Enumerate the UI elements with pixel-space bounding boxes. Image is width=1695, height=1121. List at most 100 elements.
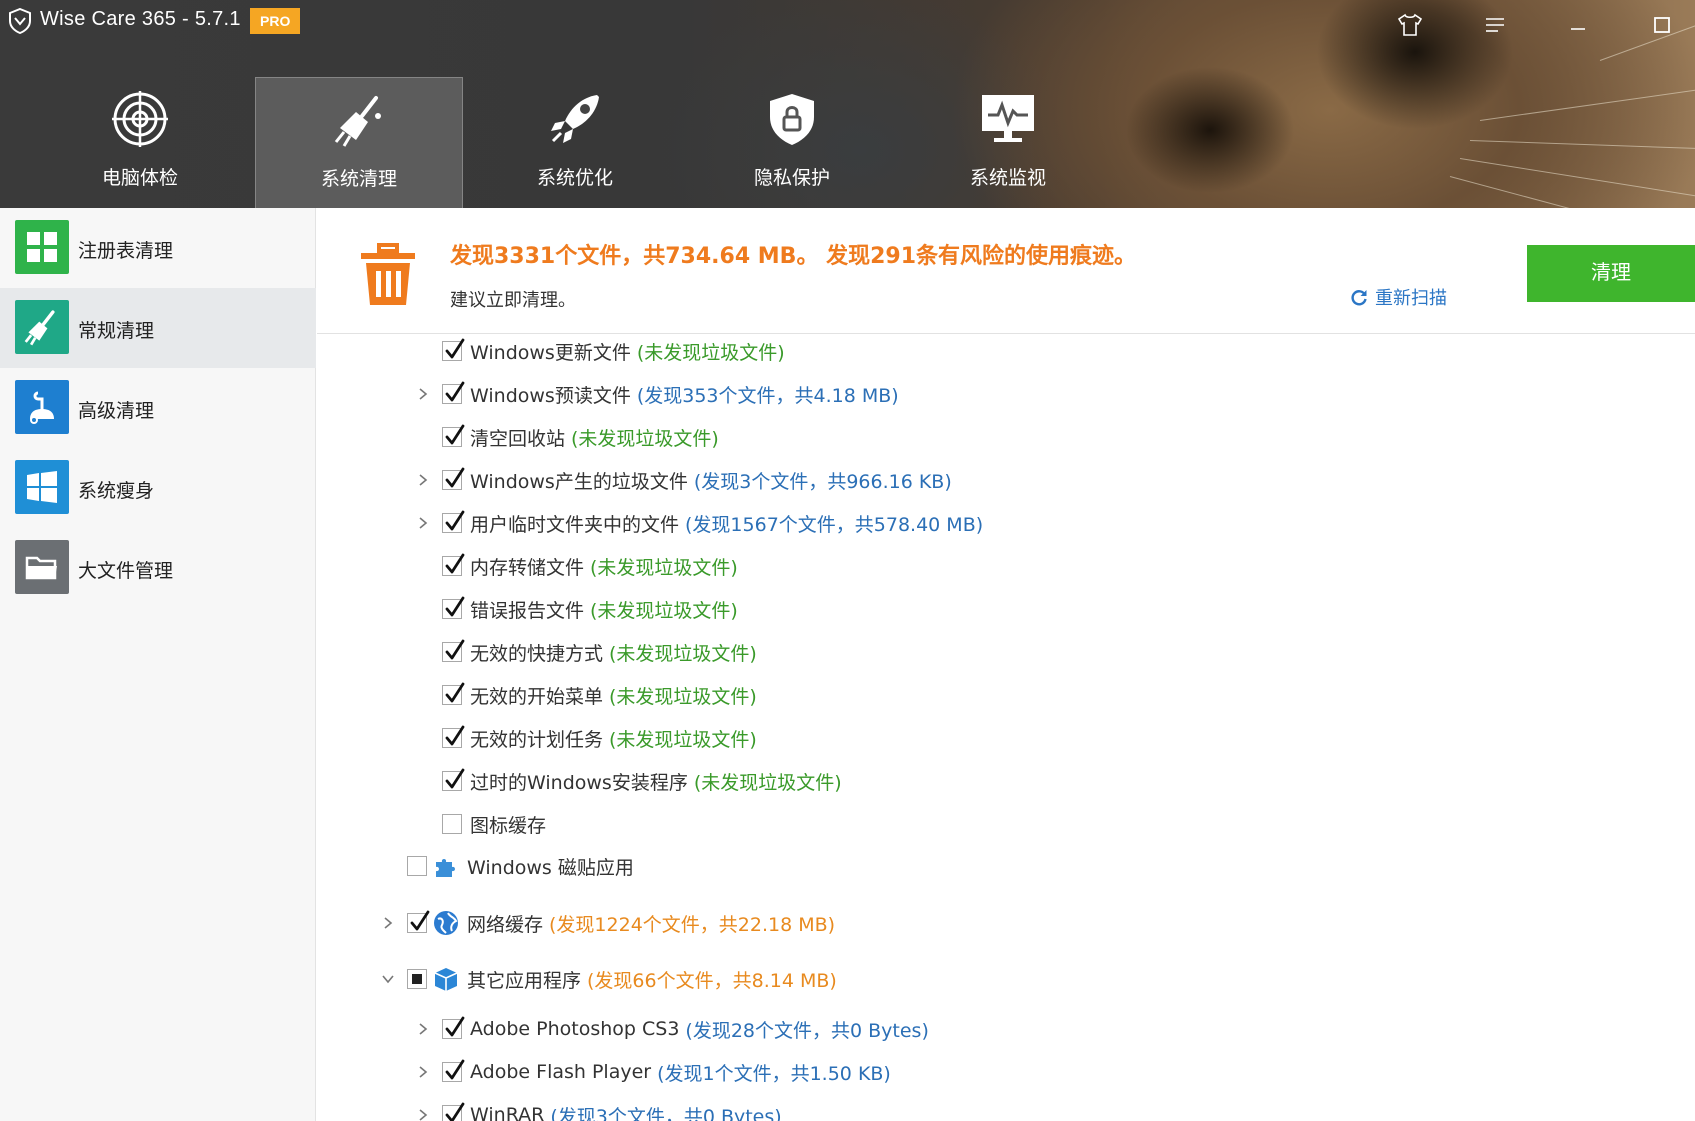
item-text[interactable]: 其它应用程序 (发现66个文件，共8.14 MB)	[467, 961, 837, 997]
item-status: (发现1224个文件，共22.18 MB)	[549, 913, 836, 936]
item-checkbox[interactable]	[407, 910, 430, 933]
shirt-icon	[1397, 13, 1423, 36]
item-label: 无效的计划任务	[470, 728, 604, 751]
sidebar-item-label: 注册表清理	[78, 240, 174, 262]
item-label: Windows 磁贴应用	[467, 856, 634, 879]
item-checkbox[interactable]	[442, 467, 465, 490]
chevron-right-icon[interactable]	[416, 516, 430, 530]
chevron-right-icon[interactable]	[416, 387, 430, 401]
item-checkbox[interactable]	[442, 424, 465, 447]
app-logo-icon	[9, 8, 31, 34]
chevron-right-icon[interactable]	[416, 1065, 430, 1079]
item-text[interactable]: 无效的开始菜单 (未发现垃圾文件)	[470, 677, 757, 713]
sidebar-item-label: 大文件管理	[78, 560, 174, 582]
chevron-right-icon[interactable]	[416, 473, 430, 487]
item-checkbox[interactable]	[407, 969, 427, 989]
category-row: 其它应用程序 (发现66个文件，共8.14 MB)	[317, 961, 1695, 997]
item-checkbox[interactable]	[442, 338, 465, 361]
item-checkbox[interactable]	[442, 381, 465, 404]
item-checkbox[interactable]	[442, 1016, 465, 1039]
rescan-link[interactable]: 重新扫描	[1349, 284, 1447, 310]
nav-checkup[interactable]: 电脑体检	[36, 77, 244, 208]
refresh-icon	[1351, 290, 1367, 306]
pro-badge: PRO	[250, 8, 301, 34]
item-status: (发现3个文件，共966.16 KB)	[693, 470, 952, 493]
clean-item-row: 无效的快捷方式 (未发现垃圾文件)	[317, 634, 1695, 670]
clean-button[interactable]: 清理	[1527, 245, 1695, 302]
nav-label: 系统监视	[969, 167, 1046, 189]
chevron-right-icon[interactable]	[381, 916, 395, 930]
item-text[interactable]: Windows 磁贴应用	[467, 848, 634, 884]
skin-button[interactable]	[1395, 10, 1425, 40]
item-text[interactable]: Windows预读文件 (发现353个文件，共4.18 MB)	[470, 376, 899, 412]
item-text[interactable]: 无效的快捷方式 (未发现垃圾文件)	[470, 634, 757, 670]
item-checkbox[interactable]	[442, 596, 465, 619]
item-text[interactable]: Adobe Flash Player (发现1个文件，共1.50 KB)	[470, 1054, 891, 1090]
scan-result-headline: 发现3331个文件，共734.64 MB。 发现291条有风险的使用痕迹。	[450, 244, 1137, 269]
clean-item-row: 过时的Windows安装程序 (未发现垃圾文件)	[317, 763, 1695, 799]
sidebar: 注册表清理 常规清理 高级清理 系统瘦身 大文件管理	[0, 208, 316, 1121]
sidebar-item-registry-clean[interactable]: 注册表清理	[0, 208, 316, 288]
item-checkbox[interactable]	[442, 553, 465, 576]
item-text[interactable]: WinRAR (发现3个文件，共0 Bytes)	[470, 1097, 782, 1121]
item-label: Windows产生的垃圾文件	[470, 470, 688, 493]
app-title: Wise Care 365 - 5.7.1	[40, 8, 241, 30]
radar-icon	[112, 91, 168, 147]
item-text[interactable]: 清空回收站 (未发现垃圾文件)	[470, 419, 719, 455]
item-checkbox[interactable]	[442, 510, 465, 533]
banner-decoration	[1479, 87, 1695, 121]
nav-label: 隐私保护	[753, 167, 830, 189]
item-checkbox[interactable]	[407, 856, 427, 876]
trash-icon	[361, 243, 415, 305]
item-checkbox[interactable]	[442, 1102, 465, 1121]
sidebar-item-advanced-clean[interactable]: 高级清理	[0, 368, 316, 448]
chevron-down-icon[interactable]	[381, 972, 395, 986]
item-text[interactable]: 错误报告文件 (未发现垃圾文件)	[470, 591, 738, 627]
nav-system-clean[interactable]: 系统清理	[255, 77, 463, 208]
banner-decoration	[1469, 140, 1695, 150]
sidebar-item-large-files[interactable]: 大文件管理	[0, 528, 316, 608]
sidebar-item-common-clean[interactable]: 常规清理	[0, 288, 316, 368]
item-checkbox[interactable]	[442, 814, 462, 834]
item-label: Adobe Photoshop CS3	[470, 1018, 680, 1040]
item-label: 错误报告文件	[470, 599, 585, 622]
scan-summary: 发现3331个文件，共734.64 MB。 发现291条有风险的使用痕迹。 建议…	[317, 208, 1695, 334]
item-checkbox[interactable]	[442, 682, 465, 705]
sidebar-item-system-slim[interactable]: 系统瘦身	[0, 448, 316, 528]
folder-icon	[15, 540, 69, 594]
menu-button[interactable]	[1480, 10, 1510, 40]
item-status: (发现353个文件，共4.18 MB)	[636, 384, 899, 407]
item-label: 过时的Windows安装程序	[470, 771, 688, 794]
broom-icon	[334, 96, 381, 147]
item-label: 图标缓存	[470, 814, 547, 837]
item-checkbox[interactable]	[442, 768, 465, 791]
item-text[interactable]: 内存转储文件 (未发现垃圾文件)	[470, 548, 738, 584]
chevron-right-icon[interactable]	[416, 1108, 430, 1121]
item-text[interactable]: 无效的计划任务 (未发现垃圾文件)	[470, 720, 757, 756]
nav-system-optimize[interactable]: 系统优化	[471, 77, 679, 208]
item-text[interactable]: 图标缓存	[470, 806, 546, 842]
item-label: 用户临时文件夹中的文件	[470, 513, 680, 536]
vacuum-icon	[15, 380, 69, 434]
clean-item-row: 错误报告文件 (未发现垃圾文件)	[317, 591, 1695, 627]
item-text[interactable]: Adobe Photoshop CS3 (发现28个文件，共0 Bytes)	[470, 1011, 929, 1047]
minimize-button[interactable]	[1563, 10, 1593, 40]
item-checkbox[interactable]	[442, 725, 465, 748]
maximize-button[interactable]	[1647, 10, 1677, 40]
nav-privacy[interactable]: 隐私保护	[688, 77, 896, 208]
item-status: (未发现垃圾文件)	[693, 771, 842, 794]
item-status: (未发现垃圾文件)	[590, 599, 738, 622]
item-text[interactable]: Windows更新文件 (未发现垃圾文件)	[470, 333, 785, 369]
nav-monitor[interactable]: 系统监视	[904, 77, 1112, 208]
clean-item-row: 无效的开始菜单 (未发现垃圾文件)	[317, 677, 1695, 713]
item-status: (未发现垃圾文件)	[636, 341, 785, 364]
item-text[interactable]: 网络缓存 (发现1224个文件，共22.18 MB)	[467, 905, 835, 941]
item-checkbox[interactable]	[442, 639, 465, 662]
item-checkbox[interactable]	[442, 1059, 465, 1082]
item-text[interactable]: 过时的Windows安装程序 (未发现垃圾文件)	[470, 763, 842, 799]
item-text[interactable]: 用户临时文件夹中的文件 (发现1567个文件，共578.40 MB)	[470, 505, 983, 541]
chevron-right-icon[interactable]	[416, 1022, 430, 1036]
nav-label: 系统优化	[536, 167, 613, 189]
item-text[interactable]: Windows产生的垃圾文件 (发现3个文件，共966.16 KB)	[470, 462, 952, 498]
item-status: (发现1个文件，共1.50 KB)	[657, 1062, 891, 1085]
